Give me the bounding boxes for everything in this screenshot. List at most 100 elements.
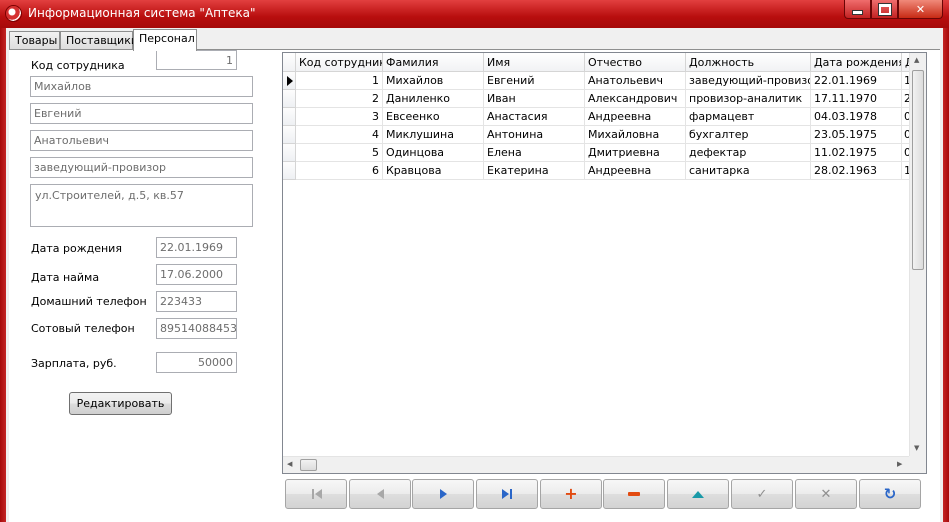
cell-code[interactable]: 4 [296, 126, 383, 144]
grid-header-code[interactable]: Код сотрудника [296, 53, 383, 72]
cell-name[interactable]: Екатерина [484, 162, 585, 180]
cell-surname[interactable]: Даниленко [383, 90, 484, 108]
cell-name[interactable]: Иван [484, 90, 585, 108]
last-icon [501, 489, 513, 499]
horizontal-scroll-thumb[interactable] [300, 459, 317, 471]
close-icon: ✕ [915, 2, 926, 16]
grid-header-birth-date[interactable]: Дата рождения [811, 53, 902, 72]
nav-post-button[interactable]: ✓ [731, 479, 793, 509]
cell-code[interactable]: 5 [296, 144, 383, 162]
cell-code[interactable]: 3 [296, 108, 383, 126]
nav-first-button[interactable] [285, 479, 347, 509]
horizontal-scrollbar[interactable]: ◀ ▶ [283, 456, 909, 473]
nav-prior-button[interactable] [349, 479, 411, 509]
tab-suppliers[interactable]: Поставщики [60, 31, 138, 50]
cell-position[interactable]: бухгалтер [686, 126, 811, 144]
cell-code[interactable]: 2 [296, 90, 383, 108]
row-indicator [283, 126, 296, 144]
birth-date-label: Дата рождения [31, 242, 122, 255]
cell-surname[interactable]: Одинцова [383, 144, 484, 162]
cell-patronymic[interactable]: Андреевна [585, 162, 686, 180]
cell-position[interactable]: провизор-аналитик [686, 90, 811, 108]
hire-date-field[interactable]: 17.06.2000 [156, 264, 237, 285]
cell-birth-date[interactable]: 17.11.1970 [811, 90, 902, 108]
cell-name[interactable]: Евгений [484, 72, 585, 90]
current-row-indicator [283, 72, 296, 90]
cell-patronymic[interactable]: Андреевна [585, 108, 686, 126]
cell-surname[interactable]: Михайлов [383, 72, 484, 90]
next-icon [439, 489, 447, 499]
cancel-icon: ✕ [820, 486, 832, 502]
scroll-right-icon[interactable]: ▶ [897, 460, 902, 468]
maximize-button[interactable] [871, 0, 898, 19]
scroll-up-icon[interactable]: ▲ [914, 56, 919, 64]
surname-field[interactable]: Михайлов [30, 76, 253, 97]
nav-refresh-button[interactable]: ↻ [859, 479, 921, 509]
refresh-icon: ↻ [883, 485, 897, 503]
app-window: Информационная система "Аптека" ✕ Товары… [0, 0, 949, 522]
nav-cancel-button[interactable]: ✕ [795, 479, 857, 509]
cell-birth-date[interactable]: 22.01.1969 [811, 72, 902, 90]
cell-surname[interactable]: Кравцова [383, 162, 484, 180]
tab-products[interactable]: Товары [9, 31, 60, 50]
mobile-phone-field[interactable]: 89514088453 [156, 318, 237, 339]
close-button[interactable]: ✕ [898, 0, 943, 19]
cell-surname[interactable]: Евсеенко [383, 108, 484, 126]
minimize-icon [853, 11, 862, 14]
window-frame-left [0, 28, 6, 522]
cell-patronymic[interactable]: Дмитриевна [585, 144, 686, 162]
first-icon [311, 489, 322, 499]
title-bar[interactable]: Информационная система "Аптека" ✕ [0, 0, 949, 28]
position-field[interactable]: заведующий-провизор [30, 157, 253, 178]
post-icon: ✓ [756, 486, 768, 502]
app-icon[interactable] [6, 6, 21, 21]
cell-position[interactable]: фармацевт [686, 108, 811, 126]
vertical-scrollbar[interactable]: ▲ ▼ [909, 53, 926, 456]
grid-header-surname[interactable]: Фамилия [383, 53, 484, 72]
tab-personnel[interactable]: Персонал [133, 29, 197, 51]
cell-patronymic[interactable]: Михайловна [585, 126, 686, 144]
personnel-grid[interactable]: Код сотрудника Фамилия Имя Отчество Долж… [282, 52, 927, 474]
cell-birth-date[interactable]: 11.02.1975 [811, 144, 902, 162]
nav-next-button[interactable] [412, 479, 474, 509]
nav-delete-button[interactable] [603, 479, 665, 509]
address-field[interactable]: ул.Строителей, д.5, кв.57 [30, 184, 253, 227]
insert-icon: + [564, 484, 578, 503]
cell-position[interactable]: дефектар [686, 144, 811, 162]
cell-position[interactable]: заведующий-провизор [686, 72, 811, 90]
cell-patronymic[interactable]: Анатольевич [585, 72, 686, 90]
cell-name[interactable]: Елена [484, 144, 585, 162]
edit-button[interactable]: Редактировать [69, 392, 172, 415]
cell-name[interactable]: Анастасия [484, 108, 585, 126]
scroll-down-icon[interactable]: ▼ [914, 444, 919, 452]
cell-patronymic[interactable]: Александрович [585, 90, 686, 108]
minimize-button[interactable] [844, 0, 871, 19]
salary-field[interactable]: 50000 [156, 352, 237, 373]
grid-header-patronymic[interactable]: Отчество [585, 53, 686, 72]
prior-icon [376, 489, 384, 499]
first-name-field[interactable]: Евгений [30, 103, 253, 124]
scroll-left-icon[interactable]: ◀ [287, 460, 292, 468]
employee-code-field[interactable]: 1 [156, 50, 237, 70]
nav-last-button[interactable] [476, 479, 538, 509]
cell-code[interactable]: 1 [296, 72, 383, 90]
patronymic-field[interactable]: Анатольевич [30, 130, 253, 151]
cell-birth-date[interactable]: 23.05.1975 [811, 126, 902, 144]
scrollbar-corner [909, 456, 926, 473]
cell-surname[interactable]: Миклушина [383, 126, 484, 144]
grid-header-position[interactable]: Должность [686, 53, 811, 72]
home-phone-field[interactable]: 223433 [156, 291, 237, 312]
employee-code-label: Код сотрудника [31, 59, 125, 72]
cell-name[interactable]: Антонина [484, 126, 585, 144]
birth-date-field[interactable]: 22.01.1969 [156, 237, 237, 258]
cell-birth-date[interactable]: 04.03.1978 [811, 108, 902, 126]
nav-insert-button[interactable]: + [540, 479, 602, 509]
vertical-scroll-thumb[interactable] [912, 70, 924, 270]
nav-edit-button[interactable] [667, 479, 729, 509]
row-indicator [283, 144, 296, 162]
cell-code[interactable]: 6 [296, 162, 383, 180]
cell-birth-date[interactable]: 28.02.1963 [811, 162, 902, 180]
row-indicator [283, 162, 296, 180]
cell-position[interactable]: санитарка [686, 162, 811, 180]
grid-header-name[interactable]: Имя [484, 53, 585, 72]
